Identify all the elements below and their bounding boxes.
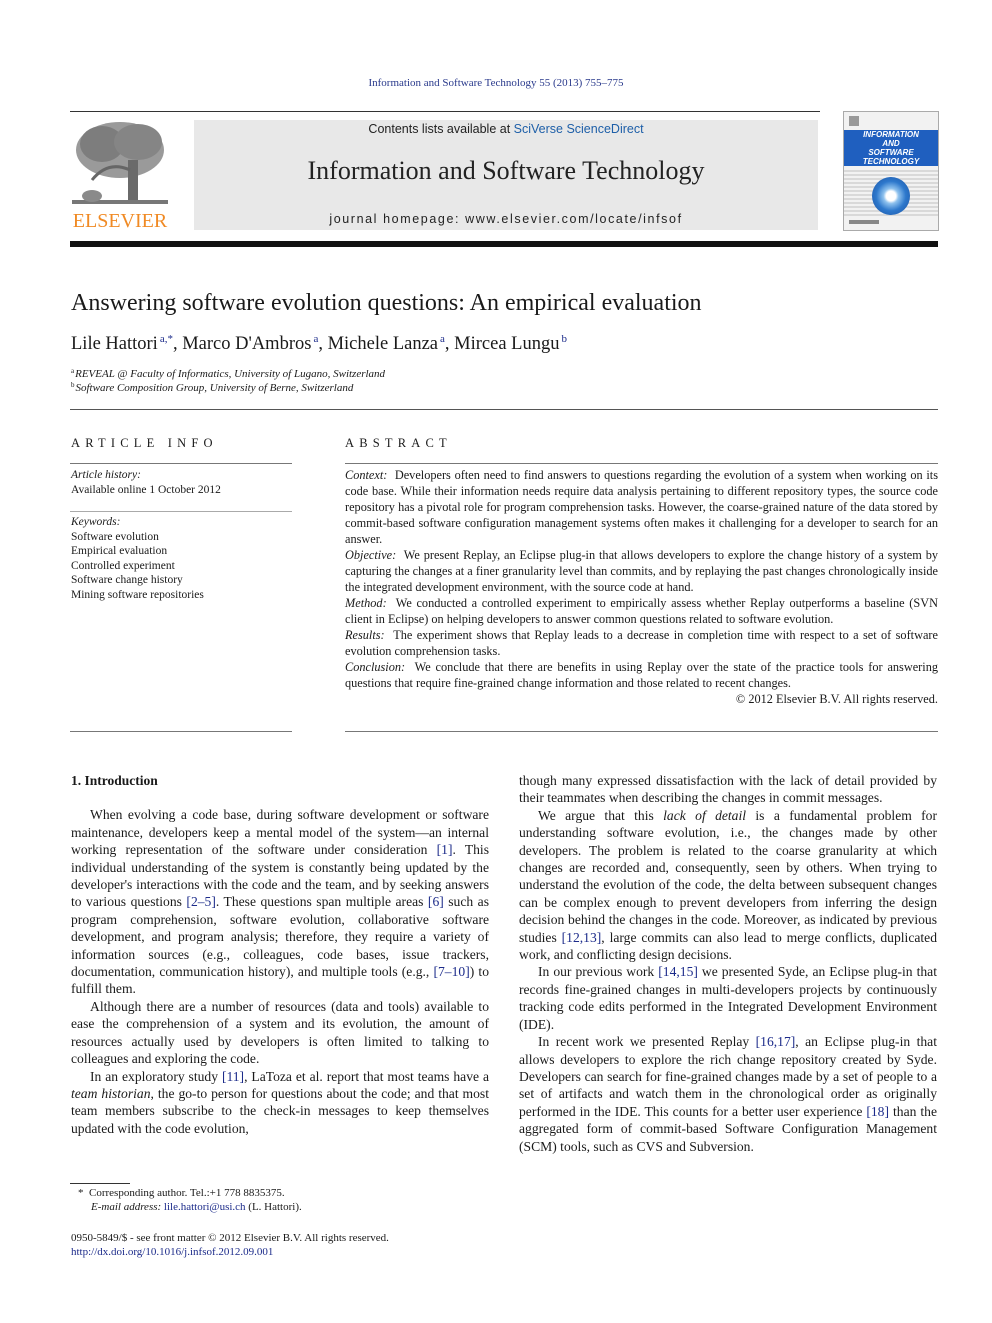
abstract-context: Context: Developers often need to find a… <box>345 468 938 546</box>
footnote-marker: * <box>78 1187 84 1199</box>
footnote-email: E-mail address: lile.hattori@usi.ch (L. … <box>91 1201 302 1213</box>
reference-link[interactable]: [16,17] <box>756 1034 796 1049</box>
journal-citation: Information and Software Technology 55 (… <box>368 77 624 89</box>
article-title: Answering software evolution questions: … <box>71 290 702 316</box>
keyword: Mining software repositories <box>71 588 204 601</box>
reference-link[interactable]: [7–10] <box>433 964 469 979</box>
author-list: Lile Hattori a,*, Marco D'Ambros a, Michel… <box>71 333 567 354</box>
paragraph: In recent work we presented Replay [16,1… <box>519 1034 937 1154</box>
article-history-label: Article history: <box>71 469 141 481</box>
journal-title: Information and Software Technology <box>307 156 705 185</box>
body-column-left: 1. Introduction When evolving a code bas… <box>71 772 489 1137</box>
keyword: Software change history <box>71 574 183 586</box>
reference-link[interactable]: [18] <box>866 1104 889 1119</box>
header-rule <box>70 111 820 112</box>
abstract-objective: Objective: We present Replay, an Eclipse… <box>345 548 938 594</box>
abstract-heading: ABSTRACT <box>345 436 452 450</box>
journal-homepage[interactable]: journal homepage: www.elsevier.com/locat… <box>194 212 818 226</box>
reference-link[interactable]: [12,13] <box>562 930 602 945</box>
article-info-bottom-rule <box>70 731 292 732</box>
article-info-rule <box>70 463 292 464</box>
issn-line: 0950-5849/$ - see front matter © 2012 El… <box>71 1232 389 1244</box>
abstract-conclusion: Conclusion: We conclude that there are b… <box>345 660 938 690</box>
paragraph: When evolving a code base, during softwa… <box>71 807 490 997</box>
reference-link[interactable]: [2–5] <box>186 894 215 909</box>
cover-disc-icon <box>872 177 910 215</box>
abstract-body: Context: Developers often need to find a… <box>345 467 938 707</box>
paragraph-continued: though many expressed dissatisfaction wi… <box>519 773 937 806</box>
author-affiliation-marker[interactable]: b <box>561 333 567 345</box>
paragraph: Although there are a number of resources… <box>71 998 489 1067</box>
cover-line: TECHNOLOGY <box>844 157 938 166</box>
elsevier-wordmark: ELSEVIER <box>72 210 168 232</box>
contents-prefix: Contents lists available at <box>368 122 514 136</box>
journal-banner: Contents lists available at SciVerse Sci… <box>194 120 818 230</box>
author-name: Mircea Lungu <box>454 334 560 354</box>
body-column-right: though many expressed dissatisfaction wi… <box>519 772 937 1155</box>
author-affiliation-marker[interactable]: a,* <box>160 333 173 345</box>
abstract-results: Results: The experiment shows that Repla… <box>345 628 938 658</box>
email-link[interactable]: lile.hattori@usi.ch <box>164 1201 246 1213</box>
reference-link[interactable]: [6] <box>428 894 444 909</box>
affiliation: aREVEAL @ Faculty of Informatics, Univer… <box>71 367 386 380</box>
article-info-heading: ARTICLE INFO <box>71 436 218 450</box>
article-history: Article history: Available online 1 Octo… <box>71 468 221 497</box>
keywords-label: Keywords: <box>71 516 121 528</box>
doi-link[interactable]: http://dx.doi.org/10.1016/j.infsof.2012.… <box>71 1245 273 1259</box>
author-name: Lile Hattori <box>71 334 158 354</box>
abstract-copyright: © 2012 Elsevier B.V. All rights reserved… <box>735 692 938 706</box>
author-affiliation-marker[interactable]: a <box>440 333 445 345</box>
section-rule <box>70 409 938 410</box>
reference-link[interactable]: [1] <box>437 842 453 857</box>
cover-line: SOFTWARE <box>844 148 938 157</box>
footnote-corresponding: * Corresponding author. Tel.:+1 778 8835… <box>78 1187 285 1199</box>
elsevier-emblem-icon <box>849 116 859 126</box>
elsevier-logo: ELSEVIER <box>70 120 170 232</box>
keyword: Empirical evaluation <box>71 545 168 557</box>
cover-line: AND <box>844 139 938 148</box>
journal-cover: INFORMATION AND SOFTWARE TECHNOLOGY <box>843 111 939 231</box>
keywords: Keywords: Software evolution Empirical e… <box>71 515 204 602</box>
cover-line: INFORMATION <box>844 130 938 139</box>
paragraph: In our previous work [14,15] we presente… <box>519 964 937 1032</box>
author-name: Michele Lanza <box>327 334 438 354</box>
reference-link[interactable]: [11] <box>222 1069 244 1084</box>
abstract-method: Method: We conducted a controlled experi… <box>345 596 938 626</box>
cover-footer <box>849 220 879 224</box>
article-history-value: Available online 1 October 2012 <box>71 483 221 496</box>
paragraph: In an exploratory study [11], LaToza et … <box>71 1068 489 1136</box>
abstract-bottom-rule <box>345 731 938 732</box>
affiliation: bSoftware Composition Group, University … <box>71 381 354 394</box>
tree-logo-icon <box>72 120 168 208</box>
section-heading-introduction: 1. Introduction <box>71 773 158 788</box>
reference-link[interactable]: [14,15] <box>658 964 698 979</box>
footnote-rule <box>70 1183 130 1184</box>
author-name: Marco D'Ambros <box>182 334 312 354</box>
masthead-rule <box>70 241 938 247</box>
author-affiliation-marker[interactable]: a <box>313 333 318 345</box>
contents-available: Contents lists available at SciVerse Sci… <box>194 122 818 136</box>
sciencedirect-link[interactable]: SciVerse ScienceDirect <box>514 122 644 136</box>
keyword: Software evolution <box>71 530 159 543</box>
paragraph: We argue that this lack of detail is a f… <box>519 807 937 963</box>
keywords-rule <box>70 511 292 512</box>
abstract-rule <box>345 463 938 464</box>
keyword: Controlled experiment <box>71 559 175 572</box>
